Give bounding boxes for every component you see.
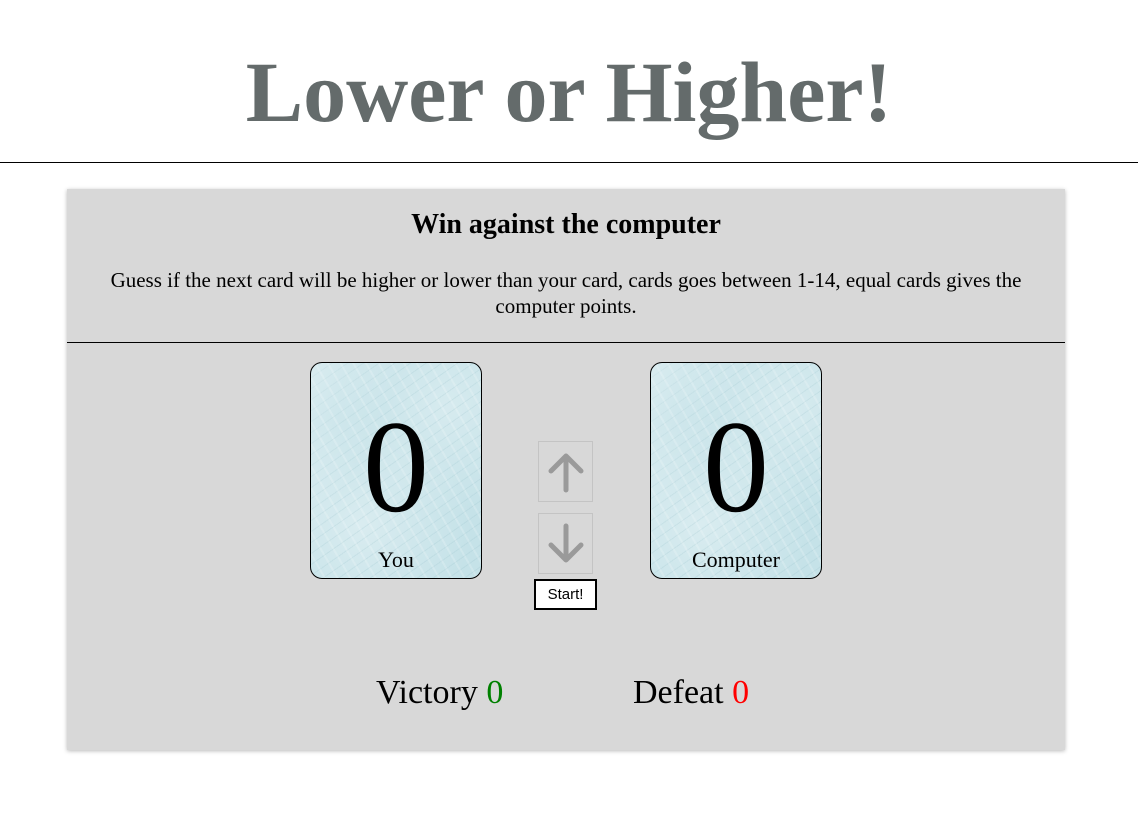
player-card-value: 0 [363,393,429,540]
start-button[interactable]: Start! [534,579,597,610]
defeat-score: Defeat 0 [633,673,749,713]
computer-card: 0 Computer [650,362,822,579]
defeat-label: Defeat [633,674,724,711]
arrow-up-icon [548,453,583,492]
game-panel: Win against the computer Guess if the ne… [67,189,1065,750]
panel-divider [67,342,1065,343]
computer-card-label: Computer [692,547,780,572]
defeat-count: 0 [732,674,750,711]
arrow-down-icon [548,523,583,562]
rules-description: Guess if the next card will be higher or… [110,268,1022,318]
header-divider [0,162,1138,163]
victory-score: Victory 0 [376,673,503,713]
player-card: 0 You [310,362,482,579]
victory-count: 0 [486,674,504,711]
victory-label: Victory [376,674,478,711]
page-title: Lower or Higher! [245,44,893,140]
computer-card-value: 0 [703,393,769,540]
player-card-label: You [378,547,414,572]
higher-button[interactable] [538,441,593,502]
panel-heading: Win against the computer [411,209,721,240]
lower-button[interactable] [538,513,593,574]
